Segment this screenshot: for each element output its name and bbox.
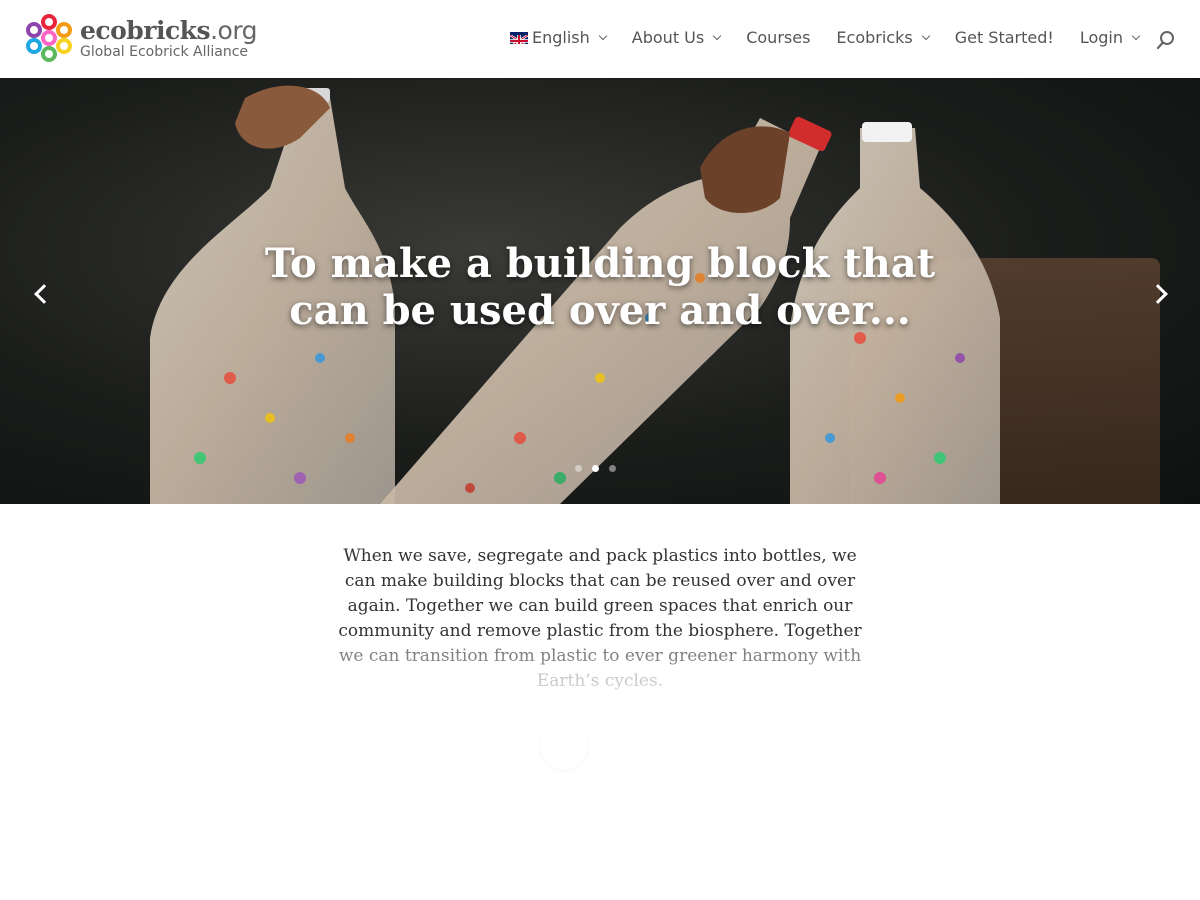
logo-text: ecobricks.org Global Ecobrick Alliance	[80, 15, 258, 60]
main-navigation: English About Us Courses Ecobricks Get S…	[510, 28, 1165, 47]
slider-dot[interactable]	[575, 465, 582, 472]
chevron-down-icon	[921, 31, 930, 40]
nav-label-english: English	[532, 28, 590, 47]
slider-pagination	[570, 465, 621, 472]
ecobricks-logo-icon	[24, 14, 74, 62]
nav-label-courses: Courses	[746, 28, 811, 47]
hero-title: To make a building block that can be use…	[264, 240, 936, 334]
chevron-down-icon	[712, 31, 722, 40]
chevron-left-icon	[34, 284, 54, 304]
logo-title: ecobricks.org	[80, 15, 258, 45]
search-icon[interactable]	[1156, 30, 1176, 50]
intro-text-faded-end: Earth’s cycles.	[536, 671, 664, 691]
slider-dot-active[interactable]	[592, 465, 599, 472]
logo-ring	[26, 22, 42, 38]
chevron-down-icon	[1131, 31, 1141, 40]
slider-next-button[interactable]	[1148, 280, 1178, 310]
slider-prev-button[interactable]	[26, 280, 56, 310]
chevron-right-icon	[1148, 284, 1168, 304]
nav-item-about-us[interactable]: About Us	[631, 28, 722, 47]
logo-title-main: ecobricks	[80, 15, 211, 45]
logo-ring	[56, 38, 72, 54]
nav-item-ecobricks[interactable]: Ecobricks	[836, 28, 930, 47]
uk-flag-icon	[510, 31, 528, 44]
site-logo[interactable]: ecobricks.org Global Ecobrick Alliance	[24, 14, 258, 62]
logo-ring	[41, 30, 57, 46]
nav-label-login: Login	[1079, 28, 1123, 47]
intro-paragraph: When we save, segregate and pack plastic…	[330, 544, 870, 694]
nav-label-get-started: Get Started!	[954, 28, 1054, 47]
scroll-down-button[interactable]	[540, 722, 588, 770]
logo-ring	[56, 22, 72, 38]
site-header: ecobricks.org Global Ecobrick Alliance E…	[0, 0, 1200, 78]
nav-label-about-us: About Us	[631, 28, 705, 47]
chevron-down-icon	[598, 31, 608, 40]
logo-ring	[41, 14, 57, 30]
intro-text-main: When we save, segregate and pack plastic…	[338, 546, 862, 641]
nav-item-courses[interactable]: Courses	[746, 28, 810, 47]
intro-text-faded: we can transition from plastic to ever g…	[338, 646, 862, 666]
hero-slider: To make a building block that can be use…	[0, 78, 1200, 504]
logo-ring	[41, 46, 57, 62]
nav-item-get-started[interactable]: Get Started!	[955, 28, 1054, 47]
slider-dot[interactable]	[609, 465, 616, 472]
nav-item-login[interactable]: Login	[1079, 28, 1141, 47]
logo-subtitle: Global Ecobrick Alliance	[80, 43, 249, 60]
nav-item-english[interactable]: English	[510, 28, 608, 47]
logo-ring	[26, 38, 42, 54]
logo-title-tld: .org	[210, 15, 258, 45]
nav-label-ecobricks: Ecobricks	[836, 28, 913, 47]
